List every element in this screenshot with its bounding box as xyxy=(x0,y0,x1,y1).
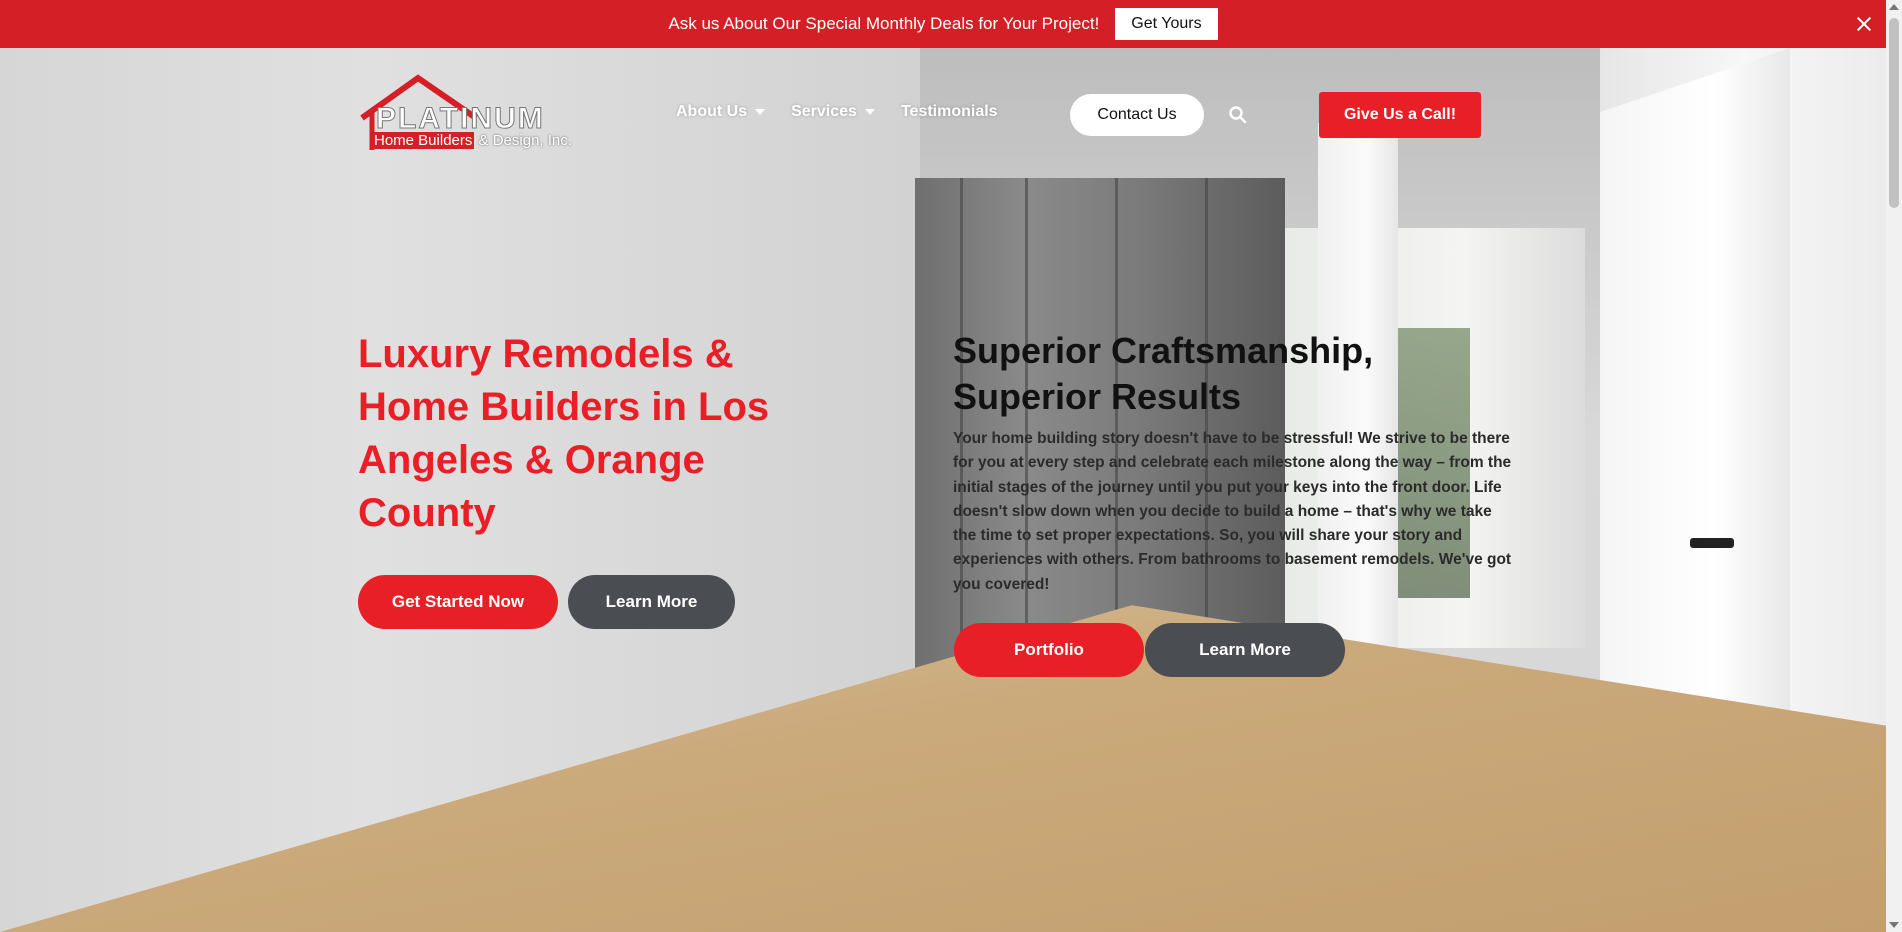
feature-body: Your home building story doesn't have to… xyxy=(953,430,1512,593)
chevron-down-icon xyxy=(755,109,766,115)
scroll-thumb[interactable] xyxy=(1889,18,1899,208)
nav-item-label: Testimonials xyxy=(900,103,998,120)
scroll-up-icon[interactable] xyxy=(1889,4,1899,10)
feature-learn-more-button[interactable]: Learn More xyxy=(1145,623,1345,677)
announcement-text: Ask us About Our Special Monthly Deals f… xyxy=(668,14,1100,33)
nav-item-label: Services xyxy=(791,103,857,120)
nav-item-services[interactable]: Services xyxy=(791,103,875,121)
logo-tagline: Home Builders & Design, Inc. xyxy=(372,132,572,149)
portfolio-button[interactable]: Portfolio xyxy=(954,623,1144,677)
site-logo[interactable]: PLATINUM Home Builders & Design, Inc. xyxy=(358,72,578,154)
chevron-down-icon xyxy=(864,109,875,115)
get-yours-button[interactable]: Get Yours xyxy=(1115,8,1218,40)
logo-tagline-red: Home Builders xyxy=(372,132,475,149)
nav-item-testimonials[interactable]: Testimonials xyxy=(901,103,998,121)
hero-background xyxy=(0,48,1886,932)
logo-wordmark: PLATINUM xyxy=(376,102,545,136)
nav-item-about-us[interactable]: About Us xyxy=(676,103,766,121)
announcement-bar: Ask us About Our Special Monthly Deals f… xyxy=(0,0,1886,48)
page-scrollbar[interactable] xyxy=(1886,0,1902,932)
nav-item-label: About Us xyxy=(676,103,748,120)
logo-tagline-rest: & Design, Inc. xyxy=(474,132,572,149)
main-nav: About Us Services Testimonials xyxy=(676,103,998,121)
site-header: PLATINUM Home Builders & Design, Inc. Ab… xyxy=(0,48,1886,178)
contact-us-button[interactable]: Contact Us xyxy=(1070,94,1204,136)
hero-title: Luxury Remodels & Home Builders in Los A… xyxy=(358,332,770,535)
give-us-a-call-button[interactable]: Give Us a Call! xyxy=(1319,92,1481,138)
close-icon[interactable] xyxy=(1854,14,1874,34)
get-started-now-button[interactable]: Get Started Now xyxy=(358,575,558,629)
scroll-down-icon[interactable] xyxy=(1889,922,1899,928)
search-icon[interactable] xyxy=(1228,105,1248,125)
feature-title: Superior Craftsmanship, Superior Results xyxy=(953,330,1374,417)
hero-learn-more-button[interactable]: Learn More xyxy=(568,575,735,629)
door-handle xyxy=(1690,538,1734,548)
